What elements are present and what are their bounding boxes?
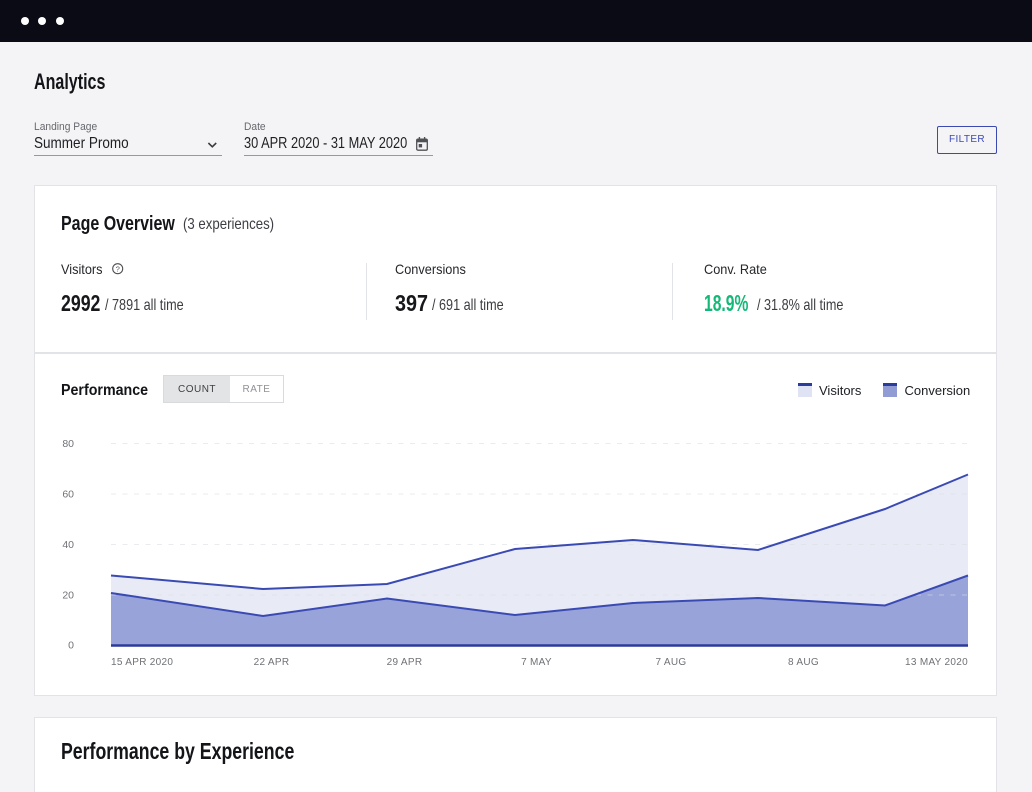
svg-text:40: 40	[62, 539, 74, 551]
svg-text:7 AUG: 7 AUG	[656, 657, 687, 668]
svg-text:80: 80	[62, 438, 74, 450]
svg-text:7 MAY: 7 MAY	[521, 657, 552, 668]
svg-text:8 AUG: 8 AUG	[788, 657, 819, 668]
svg-text:?: ?	[115, 264, 119, 273]
svg-text:20: 20	[62, 590, 74, 602]
svg-text:0: 0	[68, 640, 74, 652]
svg-text:29 APR: 29 APR	[387, 657, 423, 668]
svg-text:15 APR 2020: 15 APR 2020	[111, 657, 173, 668]
svg-text:22 APR: 22 APR	[254, 657, 290, 668]
svg-text:60: 60	[62, 489, 74, 501]
svg-text:13 MAY 2020: 13 MAY 2020	[905, 657, 968, 668]
